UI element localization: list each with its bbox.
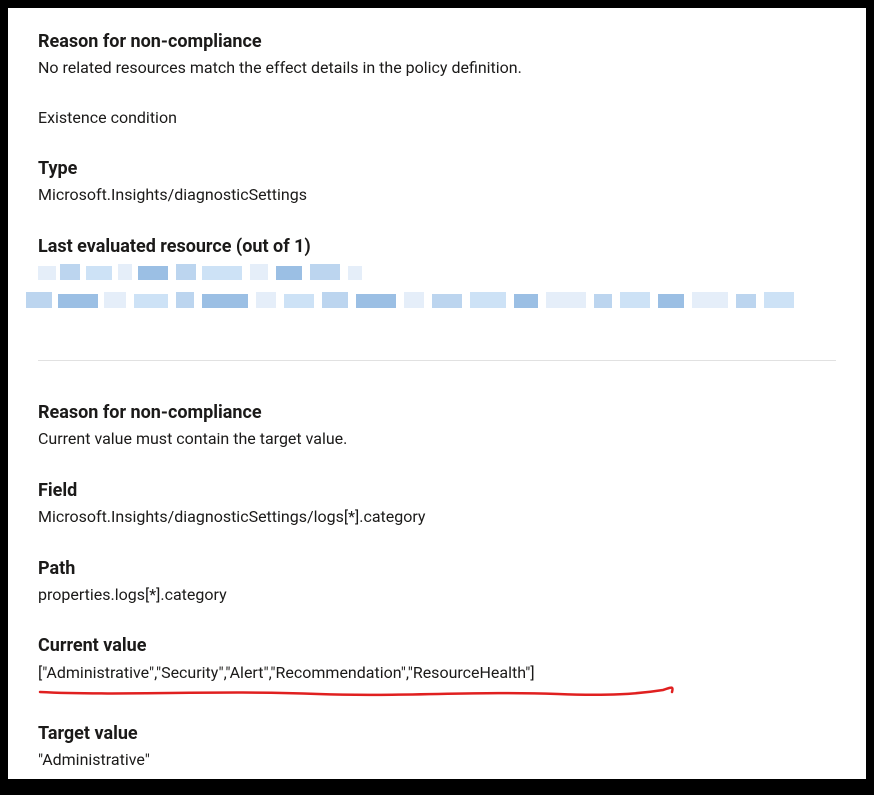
field-heading: Field <box>38 479 836 502</box>
reason2-block: Reason for non-compliance Current value … <box>38 401 836 451</box>
redacted-resource-value <box>38 264 836 330</box>
field-block: Field Microsoft.Insights/diagnosticSetti… <box>38 479 836 529</box>
compliance-details-panel: Reason for non-compliance No related res… <box>8 8 866 779</box>
reason2-text: Current value must contain the target va… <box>38 428 836 450</box>
path-block: Path properties.logs[*].category <box>38 557 836 607</box>
reason2-heading: Reason for non-compliance <box>38 401 836 424</box>
divider <box>38 360 836 361</box>
underline-annotation-icon <box>38 686 678 704</box>
type-heading: Type <box>38 157 836 180</box>
type-value: Microsoft.Insights/diagnosticSettings <box>38 184 836 206</box>
reason1-heading: Reason for non-compliance <box>38 30 836 53</box>
last-evaluated-block: Last evaluated resource (out of 1) <box>38 235 836 330</box>
reason1-block: Reason for non-compliance No related res… <box>38 30 836 80</box>
target-value-value: "Administrative" <box>38 749 836 771</box>
existence-condition-label: Existence condition <box>38 108 836 127</box>
current-value-value: ["Administrative","Security","Alert","Re… <box>38 662 836 684</box>
target-value-heading: Target value <box>38 722 836 745</box>
type-block: Type Microsoft.Insights/diagnosticSettin… <box>38 157 836 207</box>
current-value-heading: Current value <box>38 634 836 657</box>
field-value: Microsoft.Insights/diagnosticSettings/lo… <box>38 506 836 528</box>
target-value-block: Target value "Administrative" <box>38 722 836 772</box>
last-evaluated-heading: Last evaluated resource (out of 1) <box>38 235 836 258</box>
current-value-block: Current value ["Administrative","Securit… <box>38 634 836 704</box>
reason1-text: No related resources match the effect de… <box>38 57 836 79</box>
path-value: properties.logs[*].category <box>38 584 836 606</box>
path-heading: Path <box>38 557 836 580</box>
